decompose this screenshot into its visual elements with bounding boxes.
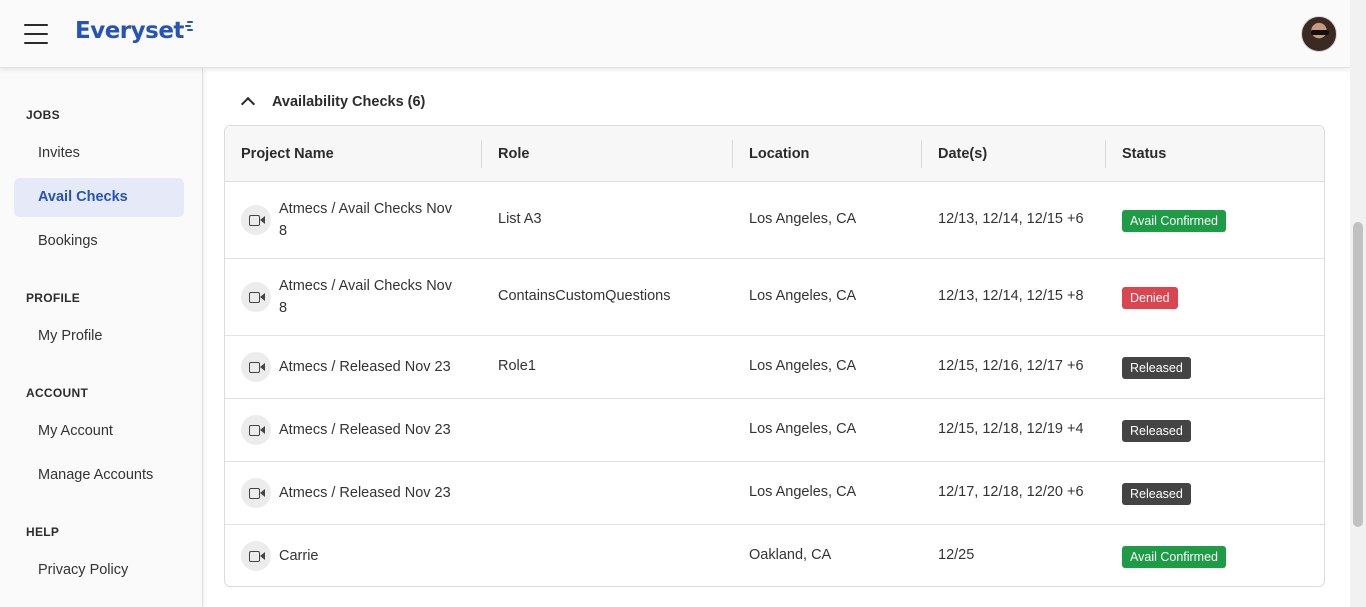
dates-cell: 12/15, 12/18, 12/19 +4 <box>938 421 1084 437</box>
hamburger-menu-icon[interactable] <box>24 24 48 44</box>
project-name[interactable]: Atmecs / Released Nov 23 <box>279 419 464 441</box>
project-cell: Carrie <box>241 541 464 571</box>
section-title: Availability Checks (6) <box>272 94 426 110</box>
sidebar-section-account: ACCOUNT <box>26 386 89 400</box>
top-header: Everyset <box>0 0 1350 68</box>
status-badge: Avail Confirmed <box>1122 546 1227 568</box>
project-cell: Atmecs / Avail Checks Nov 8 <box>241 198 464 242</box>
dates-cell: 12/25 <box>938 547 975 563</box>
location-cell: Los Angeles, CA <box>749 358 857 374</box>
availability-checks-toggle[interactable]: Availability Checks (6) <box>240 92 425 112</box>
table-row[interactable]: Carrie Oakland, CA 12/25 Avail Confirmed <box>225 525 1324 586</box>
video-camera-icon <box>241 352 271 382</box>
column-header-location[interactable]: Location <box>749 126 809 182</box>
table-row[interactable]: Atmecs / Released Nov 23 Los Angeles, CA… <box>225 399 1324 462</box>
main-content: Availability Checks (6) Project Name Rol… <box>204 68 1350 607</box>
logo-mark-icon <box>184 21 193 31</box>
sidebar-section-profile: PROFILE <box>26 291 81 305</box>
chevron-up-icon <box>240 94 256 110</box>
sidebar-item-invites[interactable]: Invites <box>14 134 184 173</box>
status-badge: Avail Confirmed <box>1122 210 1227 232</box>
dates-cell: 12/13, 12/14, 12/15 +8 <box>938 288 1084 304</box>
role-cell: List A3 <box>498 211 542 227</box>
sidebar-item-bookings[interactable]: Bookings <box>14 222 184 261</box>
table-row[interactable]: Atmecs / Avail Checks Nov 8 List A3 Los … <box>225 182 1324 259</box>
table-row[interactable]: Atmecs / Released Nov 23 Role1 Los Angel… <box>225 336 1324 399</box>
user-avatar[interactable] <box>1301 16 1337 52</box>
project-name[interactable]: Atmecs / Avail Checks Nov 8 <box>279 198 464 242</box>
video-camera-icon <box>241 478 271 508</box>
status-badge: Released <box>1122 357 1191 379</box>
role-cell: ContainsCustomQuestions <box>498 288 671 304</box>
dates-cell: 12/13, 12/14, 12/15 +6 <box>938 211 1084 227</box>
dates-cell: 12/15, 12/16, 12/17 +6 <box>938 358 1084 374</box>
status-badge: Released <box>1122 483 1191 505</box>
status-badge: Denied <box>1122 287 1178 309</box>
page-scrollbar[interactable] <box>1350 0 1366 607</box>
table-row[interactable]: Atmecs / Released Nov 23 Los Angeles, CA… <box>225 462 1324 525</box>
project-name[interactable]: Atmecs / Avail Checks Nov 8 <box>279 275 464 319</box>
project-cell: Atmecs / Released Nov 23 <box>241 478 464 508</box>
dates-cell: 12/17, 12/18, 12/20 +6 <box>938 484 1084 500</box>
project-name[interactable]: Atmecs / Released Nov 23 <box>279 482 464 504</box>
column-header-role[interactable]: Role <box>498 126 529 182</box>
sidebar: JOBS Invites Avail Checks Bookings PROFI… <box>0 68 203 607</box>
location-cell: Los Angeles, CA <box>749 211 857 227</box>
video-camera-icon <box>241 282 271 312</box>
sidebar-section-help: HELP <box>26 525 60 539</box>
everyset-logo[interactable]: Everyset <box>75 18 193 50</box>
location-cell: Los Angeles, CA <box>749 421 857 437</box>
sidebar-item-privacy-policy[interactable]: Privacy Policy <box>14 551 184 590</box>
location-cell: Los Angeles, CA <box>749 484 857 500</box>
sidebar-item-manage-accounts[interactable]: Manage Accounts <box>14 456 184 495</box>
sidebar-item-my-profile[interactable]: My Profile <box>14 317 184 356</box>
column-header-project-name[interactable]: Project Name <box>241 126 334 182</box>
project-name[interactable]: Atmecs / Released Nov 23 <box>279 356 464 378</box>
sidebar-item-my-account[interactable]: My Account <box>14 412 184 451</box>
project-name[interactable]: Carrie <box>279 545 464 567</box>
video-camera-icon <box>241 415 271 445</box>
table-row[interactable]: Atmecs / Avail Checks Nov 8 ContainsCust… <box>225 259 1324 336</box>
project-cell: Atmecs / Avail Checks Nov 8 <box>241 275 464 319</box>
location-cell: Oakland, CA <box>749 547 832 563</box>
video-camera-icon <box>241 541 271 571</box>
availability-checks-table: Project Name Role Location Date(s) Statu… <box>224 125 1325 587</box>
video-camera-icon <box>241 205 271 235</box>
location-cell: Los Angeles, CA <box>749 288 857 304</box>
sidebar-section-jobs: JOBS <box>26 108 60 122</box>
role-cell: Role1 <box>498 358 536 374</box>
column-header-status[interactable]: Status <box>1122 126 1166 182</box>
project-cell: Atmecs / Released Nov 23 <box>241 415 464 445</box>
column-header-dates[interactable]: Date(s) <box>938 126 987 182</box>
status-badge: Released <box>1122 420 1191 442</box>
scrollbar-thumb[interactable] <box>1353 222 1363 527</box>
project-cell: Atmecs / Released Nov 23 <box>241 352 464 382</box>
table-header: Project Name Role Location Date(s) Statu… <box>225 126 1324 182</box>
logo-text: Everyset <box>75 18 184 44</box>
sidebar-item-avail-checks[interactable]: Avail Checks <box>14 178 184 217</box>
